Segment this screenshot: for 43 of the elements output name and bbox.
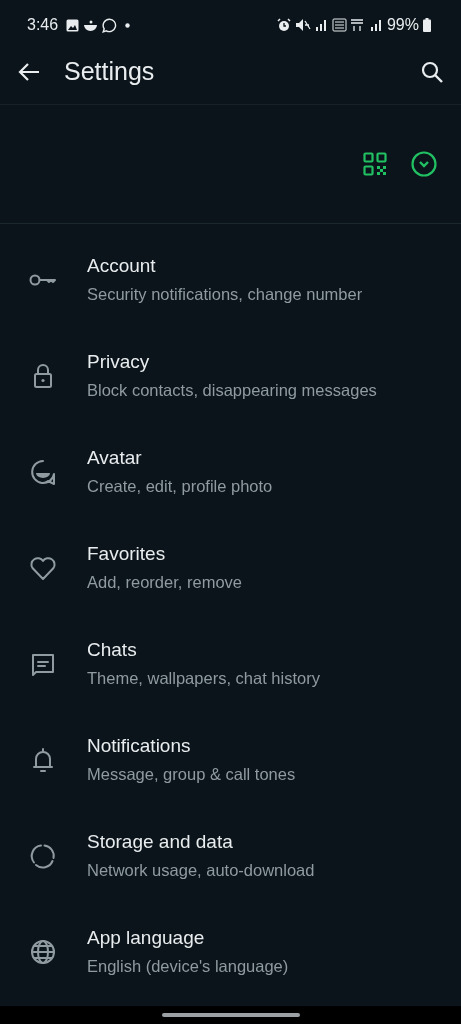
item-subtitle: Add, reorder, remove bbox=[87, 573, 242, 593]
screen-title: Settings bbox=[64, 56, 155, 88]
search-button[interactable] bbox=[421, 61, 443, 83]
battery-percent: 99% bbox=[386, 15, 419, 35]
item-title: Chats bbox=[87, 639, 138, 662]
gallery-icon bbox=[66, 18, 80, 32]
item-subtitle: Network usage, auto-download bbox=[87, 861, 315, 881]
alarm-icon bbox=[276, 18, 291, 32]
item-title: Favorites bbox=[87, 543, 167, 566]
status-time: 3:46 bbox=[27, 15, 59, 35]
item-subtitle: Security notifications, change number bbox=[87, 285, 363, 305]
mute-icon bbox=[294, 18, 311, 32]
chat-bubble-icon bbox=[102, 17, 118, 33]
settings-item[interactable]: Notifications Message, group & call tones bbox=[0, 712, 461, 808]
item-subtitle: Create, edit, profile photo bbox=[87, 477, 273, 497]
globe-icon bbox=[28, 937, 58, 967]
item-title: Storage and data bbox=[87, 831, 234, 854]
item-title: App language bbox=[87, 927, 206, 950]
dot-icon bbox=[125, 22, 131, 28]
item-subtitle: Theme, wallpapers, chat history bbox=[87, 669, 320, 689]
settings-item[interactable]: Storage and data Network usage, auto-download bbox=[0, 808, 461, 904]
item-title: Privacy bbox=[87, 351, 151, 374]
avatar-face-icon bbox=[28, 457, 58, 487]
settings-item[interactable]: Favorites Add, reorder, remove bbox=[0, 520, 461, 616]
bowl-icon bbox=[83, 18, 99, 32]
item-subtitle: Message, group & call tones bbox=[87, 765, 296, 785]
settings-item[interactable]: Account Security notifications, change number bbox=[0, 232, 461, 328]
back-button[interactable] bbox=[18, 62, 40, 82]
expand-button[interactable] bbox=[411, 151, 437, 177]
circle-segments-icon bbox=[28, 841, 58, 871]
settings-item[interactable]: Chats Theme, wallpapers, chat history bbox=[0, 616, 461, 712]
settings-item[interactable]: Privacy Block contacts, disappearing messages bbox=[0, 328, 461, 424]
qr-code-button[interactable] bbox=[363, 152, 387, 176]
item-title: Avatar bbox=[87, 447, 143, 470]
signal-icon bbox=[314, 19, 328, 31]
settings-item[interactable]: Avatar Create, edit, profile photo bbox=[0, 424, 461, 520]
item-subtitle: Block contacts, disappearing messages bbox=[87, 381, 377, 401]
item-subtitle: English (device's language) bbox=[87, 957, 289, 977]
settings-item[interactable]: App language English (device's language) bbox=[0, 904, 461, 1000]
signal-icon bbox=[369, 19, 383, 31]
battery-icon bbox=[423, 18, 431, 32]
item-title: Notifications bbox=[87, 735, 192, 758]
item-title: Account bbox=[87, 255, 157, 278]
